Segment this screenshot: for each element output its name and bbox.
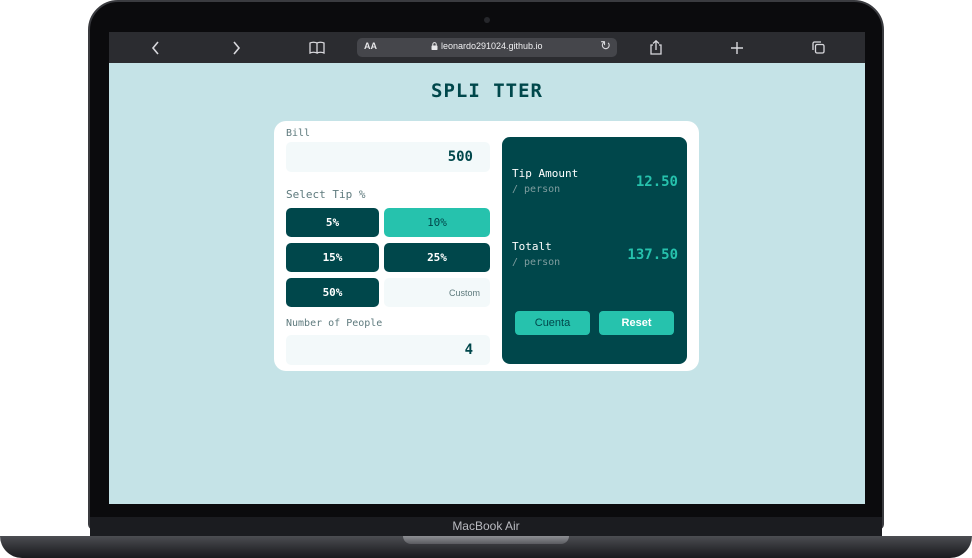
bill-input[interactable]: 500 <box>286 142 490 172</box>
chevron-right-icon <box>233 40 241 55</box>
url-text: leonardo291024.github.io <box>357 41 617 51</box>
forward-button[interactable] <box>224 32 248 63</box>
cuenta-button[interactable]: Cuenta <box>515 311 590 335</box>
reload-icon[interactable]: ↻ <box>600 38 611 54</box>
people-label: Number of People <box>286 318 383 329</box>
tip-button-50[interactable]: 50% <box>286 278 379 307</box>
tip-button-10[interactable]: 10% <box>384 208 490 237</box>
bill-label: Bill <box>286 128 311 139</box>
camera-icon <box>484 17 490 23</box>
url-label: leonardo291024.github.io <box>440 41 543 51</box>
bookmarks-button[interactable] <box>305 32 329 63</box>
browser-screen: AA leonardo291024.github.io ↻ SPLI TTER … <box>109 32 865 504</box>
address-bar[interactable]: AA leonardo291024.github.io ↻ <box>357 38 617 57</box>
tabs-icon <box>811 41 825 54</box>
share-icon <box>650 40 662 55</box>
safari-toolbar: AA leonardo291024.github.io ↻ <box>109 32 865 63</box>
total-sub: / person <box>512 257 561 268</box>
app-title: SPLI TTER <box>431 80 543 102</box>
tip-amount-label: Tip Amount <box>512 167 579 180</box>
share-button[interactable] <box>644 32 668 63</box>
custom-tip-input[interactable]: Custom <box>384 278 490 307</box>
result-panel: Tip Amount / person 12.50 Totalt / perso… <box>502 137 687 364</box>
calculator-card: Bill 500 Select Tip % 5% 10% 15% 25% 50%… <box>274 121 699 371</box>
tip-button-15[interactable]: 15% <box>286 243 379 272</box>
tabs-overview-button[interactable] <box>806 32 830 63</box>
laptop-notch <box>403 536 569 544</box>
book-icon <box>309 41 325 54</box>
tip-amount-sub: / person <box>512 184 561 195</box>
laptop-chin: MacBook Air <box>90 517 882 537</box>
tip-amount-value: 12.50 <box>635 174 678 190</box>
new-tab-button[interactable] <box>725 32 749 63</box>
back-button[interactable] <box>144 32 168 63</box>
people-input[interactable]: 4 <box>286 335 490 365</box>
total-value: 137.50 <box>627 247 678 263</box>
tip-button-5[interactable]: 5% <box>286 208 379 237</box>
chevron-left-icon <box>151 40 159 55</box>
plus-icon <box>731 41 743 54</box>
tip-button-25[interactable]: 25% <box>384 243 490 272</box>
lock-icon <box>431 42 438 50</box>
total-label: Totalt <box>512 240 552 253</box>
reset-button[interactable]: Reset <box>599 311 674 335</box>
select-tip-label: Select Tip % <box>286 188 366 201</box>
device-model-label: MacBook Air <box>452 519 520 533</box>
